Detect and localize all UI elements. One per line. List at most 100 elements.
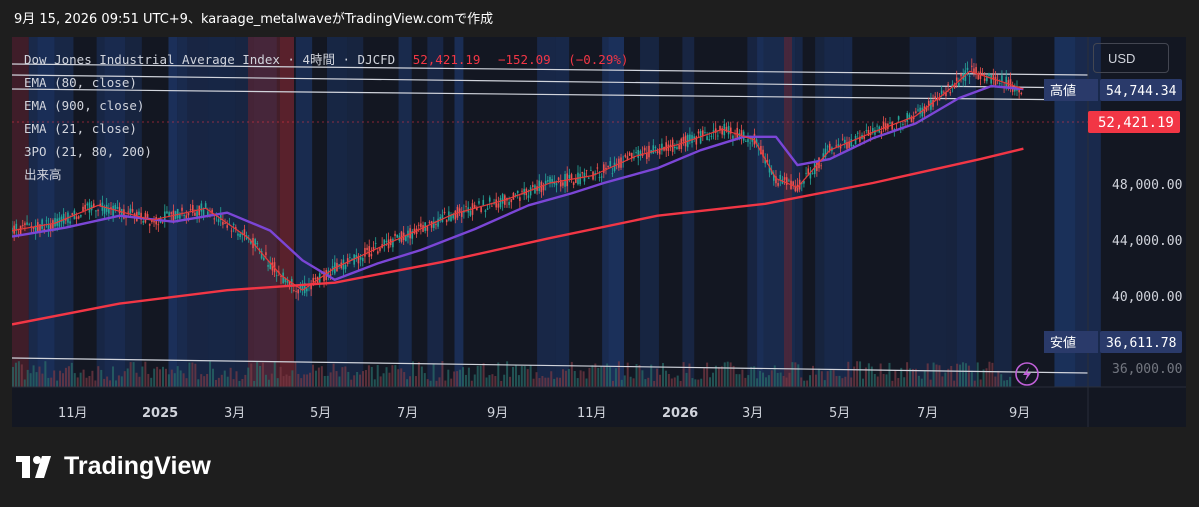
candle-body-386 [841,138,844,140]
volume-bar-197 [591,365,594,387]
legend-title-row[interactable]: Dow Jones Industrial Average Index · 4時間… [24,48,628,71]
volume-bar-103 [314,370,317,387]
candle-body-290 [635,152,637,153]
candle-body-460 [1001,75,1003,82]
volume-bar-141 [426,379,429,387]
volume-bar-200 [600,365,603,387]
volume-bar-94 [288,375,291,387]
candle-body-114 [256,243,259,245]
candle-body-54 [127,211,130,213]
candle-body-455 [990,75,992,84]
volume-bar-185 [556,377,559,387]
volume-bar-165 [497,362,500,387]
volume-bar-307 [914,368,917,387]
candle-body-319 [697,131,700,134]
volume-bar-236 [706,362,709,387]
symbol-title[interactable]: Dow Jones Industrial Average Index · 4時間… [24,52,395,67]
volume-bar-325 [967,365,970,387]
volume-bar-115 [350,379,353,387]
volume-bar-89 [273,362,276,387]
volume-bar-73 [226,376,229,387]
indicator-ema21[interactable]: EMA (21, close) [24,117,628,140]
candle-body-106 [239,233,241,238]
volume-bar-25 [85,377,88,387]
volume-bar-135 [409,376,412,387]
volume-bar-97 [297,373,300,387]
volume-bar-96 [294,362,297,387]
candle-body-227 [499,198,502,208]
candle-body-363 [792,181,794,185]
volume-bar-109 [332,363,335,387]
volume-bar-264 [788,372,791,387]
volume-bar-226 [676,375,679,387]
volume-bar-202 [606,363,609,387]
candle-body-452 [983,78,986,81]
volume-bar-139 [420,366,423,387]
volume-bar-207 [620,379,623,387]
background-band-30 [815,37,825,387]
candle-body-179 [396,234,399,238]
volume-bar-75 [232,379,235,387]
volume-bar-124 [376,365,379,387]
candle-body-31 [77,216,80,219]
candle-body-30 [75,216,78,219]
volume-bar-148 [447,369,450,387]
volume-bar-339 [1009,376,1012,387]
volume-bar-329 [979,379,982,387]
candle-body-432 [940,90,943,94]
volume-bar-39 [126,368,129,387]
volume-bar-178 [535,372,538,387]
volume-bar-266 [794,362,797,387]
volume-bar-174 [523,366,526,387]
volume-bar-240 [717,367,720,387]
volume-bar-216 [647,377,650,387]
background-band-25 [747,37,758,387]
candle-body-225 [495,199,497,208]
volume-bar-289 [862,378,864,387]
volume-bar-92 [282,376,285,387]
indicator-ema80[interactable]: EMA (80, close) [24,71,628,94]
y-tick-partial: 36,000.00 [1112,362,1182,377]
candle-body-387 [844,139,846,143]
volume-bar-71 [220,374,223,387]
candle-body-412 [897,116,900,120]
indicator-volume[interactable]: 出来高 [24,163,628,186]
volume-bar-143 [432,363,435,387]
volume-bar-145 [438,377,441,387]
volume-bar-5 [26,369,29,387]
candle-body-74 [170,212,173,214]
candle-body-382 [833,152,835,154]
candle-body-341 [745,141,747,142]
volume-bar-14 [53,370,56,387]
candle-body-439 [955,77,958,82]
background-band-23 [640,37,659,387]
volume-bar-181 [544,377,547,387]
currency-selector[interactable]: USD [1093,43,1169,73]
indicator-ema900[interactable]: EMA (900, close) [24,94,628,117]
volume-bar-279 [832,370,835,387]
volume-bar-4 [23,379,26,387]
volume-bar-55 [173,373,176,387]
candle-body-133 [297,289,300,294]
volume-bar-164 [494,376,497,387]
volume-bar-198 [594,363,597,387]
volume-bar-278 [829,370,832,387]
candle-body-66 [153,220,155,223]
high-value: 54,744.34 [1106,84,1177,99]
volume-bar-36 [117,375,120,387]
volume-bar-138 [417,362,420,387]
candle-body-325 [710,135,713,137]
candle-body-43 [103,207,106,214]
volume-bar-166 [500,380,503,387]
candle-body-197 [435,224,437,225]
volume-bar-118 [359,374,362,387]
volume-bar-283 [844,376,847,387]
candle-body-300 [656,151,659,154]
candle-body-321 [701,130,704,136]
volume-bar-20 [70,362,73,387]
volume-bar-293 [873,374,876,387]
volume-bar-24 [82,369,85,387]
candle-body-309 [676,147,678,149]
indicator-3po[interactable]: 3PO (21, 80, 200) [24,140,628,163]
low-tag: 安値 [1050,335,1076,351]
